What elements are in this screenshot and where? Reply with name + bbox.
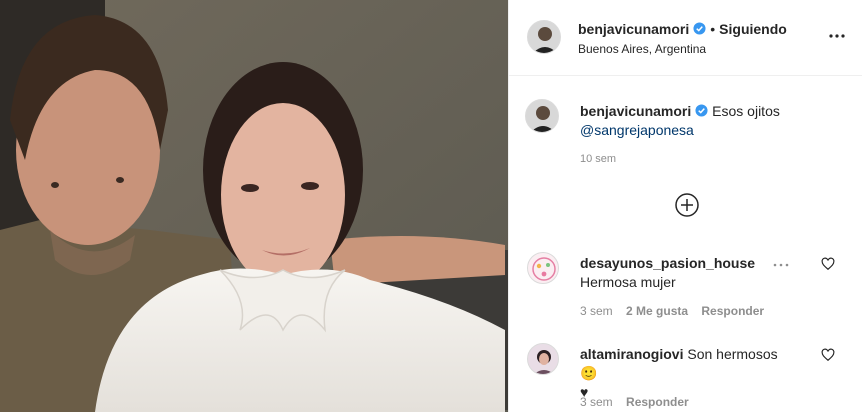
commenter-avatar[interactable]	[527, 252, 559, 284]
comment-likes[interactable]: 2 Me gusta	[626, 304, 688, 318]
comment-meta: 3 sem Responder	[580, 395, 699, 409]
commenter-avatar[interactable]	[527, 343, 559, 375]
separator-dot: •	[710, 21, 716, 37]
comment-username[interactable]: altamiranogiovi	[580, 346, 683, 362]
comment-text: desayunos_pasion_house Hermosa mujer	[580, 254, 780, 292]
more-options-icon[interactable]	[771, 260, 791, 270]
reply-button[interactable]: Responder	[701, 304, 764, 318]
heart-icon[interactable]	[821, 348, 835, 362]
author-avatar[interactable]	[527, 20, 561, 54]
caption-mention-link[interactable]: @sangrejaponesa	[580, 122, 694, 138]
reply-button[interactable]: Responder	[626, 395, 689, 409]
comment-meta: 3 sem 2 Me gusta Responder	[580, 304, 774, 318]
comment-text: altamiranogiovi Son hermosos🙂 ♥	[580, 345, 780, 402]
comment-timestamp[interactable]: 3 sem	[580, 304, 613, 318]
following-button[interactable]: Siguiendo	[719, 21, 787, 37]
caption-body: Esos ojitos	[712, 103, 780, 119]
verified-badge-icon	[695, 104, 708, 117]
caption-timestamp[interactable]: 10 sem	[580, 153, 616, 165]
caption-author-avatar[interactable]	[525, 99, 559, 133]
verified-badge-icon	[693, 22, 706, 35]
comment-body: Hermosa mujer	[580, 274, 676, 290]
plus-circle-icon[interactable]	[674, 192, 700, 218]
post-detail-panel: benjavicunamori • Siguiendo Buenos Aires, …	[508, 0, 862, 412]
post-photo[interactable]	[0, 0, 508, 412]
header-line: benjavicunamori • Siguiendo	[578, 21, 787, 37]
post-header: benjavicunamori • Siguiendo Buenos Aires, …	[509, 0, 862, 76]
author-username[interactable]: benjavicunamori	[578, 21, 689, 37]
comment-timestamp[interactable]: 3 sem	[580, 395, 613, 409]
heart-icon[interactable]	[821, 257, 835, 271]
post-location[interactable]: Buenos Aires, Argentina	[578, 42, 706, 56]
caption-text: benjavicunamori Esos ojitos @sangrejapon…	[580, 102, 840, 140]
post-caption: benjavicunamori Esos ojitos @sangrejapon…	[509, 76, 862, 186]
comment-item: desayunos_pasion_house Hermosa mujer 3 s…	[509, 252, 862, 322]
more-options-icon[interactable]	[827, 26, 847, 46]
comment-username[interactable]: desayunos_pasion_house	[580, 255, 755, 271]
comment-item: altamiranogiovi Son hermosos🙂 ♥ 3 sem Re…	[509, 343, 862, 412]
caption-username[interactable]: benjavicunamori	[580, 103, 691, 119]
